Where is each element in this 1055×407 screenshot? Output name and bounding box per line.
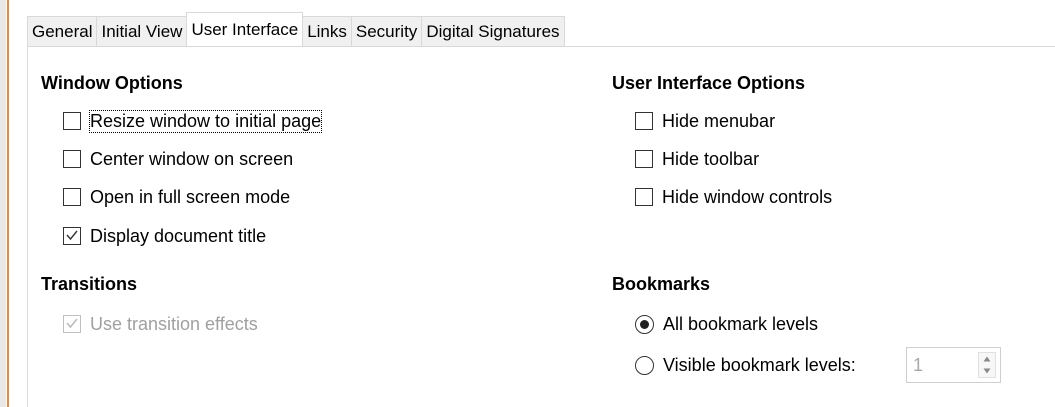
display-title-checkbox[interactable] [63,227,81,245]
checkmark-icon [66,318,78,329]
transitions-heading: Transitions [41,274,138,294]
resize-window-label: Resize window to initial page [88,109,323,133]
visible-bookmark-levels-label: Visible bookmark levels: [663,354,856,375]
visible-bookmark-levels-radio[interactable] [635,355,654,375]
hide-menubar-checkbox[interactable] [635,112,653,130]
hide-toolbar-option[interactable]: Hide toolbar [635,147,759,171]
bookmark-levels-spinbox: 1 [906,347,1001,383]
hide-toolbar-checkbox[interactable] [635,150,653,168]
all-bookmark-levels-option[interactable]: All bookmark levels [635,312,818,336]
transition-effects-option: Use transition effects [63,312,258,336]
tab-bar: General Initial View User Interface Link… [27,12,565,46]
display-title-label: Display document title [90,225,267,246]
visible-bookmark-levels-option[interactable]: Visible bookmark levels: [635,353,856,377]
hide-window-controls-label: Hide window controls [662,186,833,207]
hide-window-controls-option[interactable]: Hide window controls [635,185,832,209]
hide-menubar-label: Hide menubar [662,110,776,131]
radio-selected-dot [640,319,649,329]
hide-menubar-option[interactable]: Hide menubar [635,109,775,133]
full-screen-option[interactable]: Open in full screen mode [63,185,290,209]
hide-toolbar-label: Hide toolbar [662,148,760,169]
checkmark-icon [66,230,78,241]
center-window-label: Center window on screen [90,148,294,169]
pdf-options-dialog: General Initial View User Interface Link… [0,0,1055,407]
center-window-checkbox[interactable] [63,150,81,168]
full-screen-label: Open in full screen mode [90,186,291,207]
tab-user-interface[interactable]: User Interface [186,12,304,46]
tab-links[interactable]: Links [302,16,352,46]
all-bookmark-levels-radio[interactable] [635,314,654,334]
resize-window-option[interactable]: Resize window to initial page [63,109,323,133]
full-screen-checkbox[interactable] [63,188,81,206]
hide-window-controls-checkbox[interactable] [635,188,653,206]
spin-up-icon [979,353,995,365]
tab-initial-view[interactable]: Initial View [96,16,188,46]
tab-general[interactable]: General [27,16,98,46]
spin-buttons [978,352,996,378]
center-window-option[interactable]: Center window on screen [63,147,293,171]
transition-effects-label: Use transition effects [90,313,258,334]
resize-window-checkbox[interactable] [63,112,81,130]
transition-effects-checkbox [63,315,81,333]
all-bookmark-levels-label: All bookmark levels [663,313,819,334]
bookmarks-heading: Bookmarks [612,274,711,294]
left-accent-bar [0,0,9,407]
window-options-heading: Window Options [41,73,183,93]
spin-down-icon [979,365,995,377]
tab-security[interactable]: Security [350,16,423,46]
display-title-option[interactable]: Display document title [63,224,266,248]
bookmark-levels-value: 1 [913,355,924,375]
ui-options-heading: User Interface Options [612,73,806,93]
tab-digital-signatures[interactable]: Digital Signatures [421,16,565,46]
